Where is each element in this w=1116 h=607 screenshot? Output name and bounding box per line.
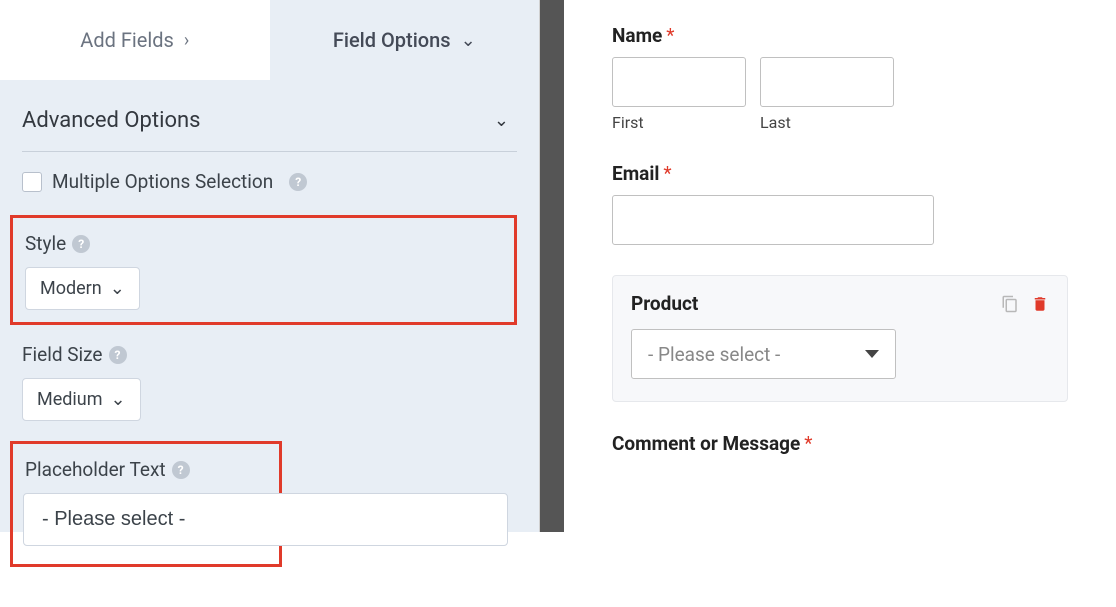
product-label: Product — [631, 292, 698, 315]
chevron-down-icon: ⌄ — [461, 30, 476, 51]
product-header: Product — [631, 292, 1049, 315]
tab-label: Add Fields — [80, 28, 174, 52]
email-input[interactable] — [612, 195, 934, 245]
last-name-input[interactable] — [760, 57, 894, 107]
advanced-options-header[interactable]: Advanced Options ⌄ — [22, 108, 517, 152]
duplicate-icon[interactable] — [1001, 295, 1019, 313]
checkbox-label: Multiple Options Selection — [52, 170, 273, 193]
style-label-row: Style ? — [25, 232, 502, 255]
last-sublabel: Last — [760, 113, 894, 132]
chevron-down-icon: ⌄ — [494, 110, 509, 131]
product-dropdown[interactable]: - Please select - — [631, 329, 896, 379]
tab-add-fields[interactable]: Add Fields › — [0, 0, 270, 80]
tab-label: Field Options — [333, 28, 451, 52]
field-size-select[interactable]: Medium ⌄ — [22, 378, 141, 421]
section-title: Advanced Options — [22, 108, 201, 133]
triangle-down-icon — [865, 350, 879, 358]
tab-field-options[interactable]: Field Options ⌄ — [270, 0, 540, 80]
style-value: Modern — [40, 278, 102, 299]
name-inputs: First Last — [612, 57, 1068, 132]
first-name-input[interactable] — [612, 57, 746, 107]
chevron-down-icon: ⌄ — [111, 389, 126, 410]
field-size-label: Field Size — [22, 343, 103, 366]
help-icon[interactable]: ? — [72, 235, 90, 253]
name-field-group: Name * First Last — [612, 24, 1068, 132]
required-asterisk: * — [666, 24, 674, 47]
help-icon[interactable]: ? — [109, 346, 127, 364]
advanced-options-section: Advanced Options ⌄ Multiple Options Sele… — [0, 80, 539, 607]
placeholder-label: Placeholder Text — [25, 458, 166, 481]
comment-field-group: Comment or Message * — [612, 432, 1068, 455]
multiple-options-checkbox[interactable] — [22, 172, 42, 192]
style-select[interactable]: Modern ⌄ — [25, 267, 140, 310]
first-sublabel: First — [612, 113, 746, 132]
email-label: Email * — [612, 162, 1068, 185]
comment-label: Comment or Message * — [612, 432, 1068, 455]
style-label: Style — [25, 232, 66, 255]
sidebar: Add Fields › Field Options ⌄ Advanced Op… — [0, 0, 540, 532]
placeholder-text-input[interactable] — [23, 493, 508, 546]
required-asterisk: * — [663, 162, 671, 185]
help-icon[interactable]: ? — [289, 173, 307, 191]
product-actions — [1001, 295, 1049, 313]
help-icon[interactable]: ? — [172, 461, 190, 479]
multiple-options-row: Multiple Options Selection ? — [22, 170, 517, 193]
field-size-label-row: Field Size ? — [22, 343, 517, 366]
chevron-down-icon: ⌄ — [110, 278, 125, 299]
required-asterisk: * — [804, 432, 812, 455]
tabs: Add Fields › Field Options ⌄ — [0, 0, 539, 80]
field-size-row: Field Size ? Medium ⌄ — [22, 343, 517, 421]
placeholder-label-row: Placeholder Text ? — [25, 458, 267, 481]
chevron-right-icon: › — [184, 30, 189, 51]
email-field-group: Email * — [612, 162, 1068, 245]
trash-icon[interactable] — [1031, 295, 1049, 313]
placeholder-highlight: Placeholder Text ? — [10, 441, 282, 567]
form-preview: Name * First Last Email * — [564, 0, 1116, 532]
style-highlight: Style ? Modern ⌄ — [10, 215, 517, 325]
dropdown-placeholder: - Please select - — [648, 343, 780, 366]
name-label: Name * — [612, 24, 1068, 47]
vertical-divider — [540, 0, 564, 532]
product-field-card[interactable]: Product - Please select - — [612, 275, 1068, 402]
field-size-value: Medium — [37, 389, 103, 410]
